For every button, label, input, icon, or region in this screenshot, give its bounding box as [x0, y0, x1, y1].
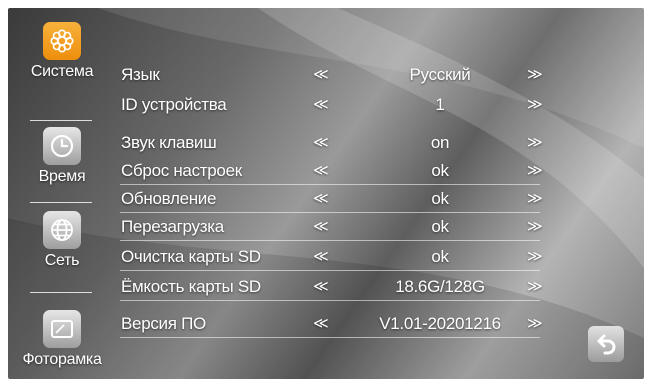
photo-frame-icon: [43, 310, 81, 348]
setting-row-firmware-version: Версия ПО ≪ V1.01-20201216 ≫: [120, 310, 543, 338]
back-button[interactable]: [588, 326, 624, 362]
setting-row-sd-capacity: Ёмкость карты SD ≪ 18.6G/128G ≫: [120, 273, 543, 301]
sidebar-item-system[interactable]: Система: [8, 22, 116, 81]
row-divider: [120, 300, 540, 301]
settings-gear-icon: [43, 22, 81, 60]
setting-value: 18.6G/128G: [395, 277, 485, 296]
sidebar-item-network[interactable]: Сеть: [8, 211, 116, 270]
row-divider: [120, 270, 540, 271]
setting-value: Русский: [409, 65, 471, 84]
setting-label: Перезагрузка: [121, 217, 224, 236]
next-value-button[interactable]: ≫: [527, 133, 543, 151]
prev-value-button[interactable]: ≪: [313, 189, 329, 207]
sidebar-item-label: Сеть: [44, 252, 80, 269]
sidebar-item-label: Фоторамка: [22, 351, 102, 368]
next-value-button[interactable]: ≫: [527, 65, 543, 83]
sidebar-divider: [30, 202, 92, 203]
clock-icon: [43, 127, 81, 165]
next-value-button[interactable]: ≫: [527, 95, 543, 113]
setting-label: ID устройства: [121, 95, 227, 114]
next-value-button[interactable]: ≫: [527, 247, 543, 265]
setting-row-reboot: Перезагрузка ≪ ok ≫: [120, 213, 543, 241]
sidebar-item-label: Время: [38, 168, 86, 185]
setting-row-update: Обновление ≪ ok ≫: [120, 185, 543, 213]
setting-value[interactable]: ok: [360, 217, 520, 237]
row-divider: [120, 337, 540, 338]
setting-label: Звук клавиш: [121, 133, 217, 152]
prev-value-button[interactable]: ≪: [313, 95, 329, 113]
setting-value[interactable]: ok: [360, 247, 520, 267]
prev-value-button[interactable]: ≪: [313, 133, 329, 151]
setting-value: on: [430, 133, 450, 152]
setting-value[interactable]: ok: [360, 189, 520, 209]
setting-row-key-sound: Звук клавиш ≪ on ≫: [120, 129, 543, 157]
next-value-button[interactable]: ≫: [527, 314, 543, 332]
setting-row-device-id: ID устройства ≪ 1 ≫: [120, 91, 543, 119]
setting-row-language: Язык ≪ Русский ≫: [120, 61, 543, 89]
back-arrow-icon: [597, 334, 616, 355]
sidebar-item-time[interactable]: Время: [8, 127, 116, 186]
sidebar-item-label: Система: [30, 63, 94, 80]
next-value-button[interactable]: ≫: [527, 161, 543, 179]
row-divider: [120, 240, 540, 241]
setting-label: Ёмкость карты SD: [121, 277, 261, 296]
setting-value[interactable]: ok: [360, 161, 520, 181]
prev-value-button[interactable]: ≪: [313, 161, 329, 179]
prev-value-button[interactable]: ≪: [313, 314, 329, 332]
setting-label: Обновление: [121, 189, 217, 208]
setting-label: Версия ПО: [121, 314, 206, 333]
prev-value-button[interactable]: ≪: [313, 217, 329, 235]
next-value-button[interactable]: ≫: [527, 189, 543, 207]
sidebar-item-photo-frame[interactable]: Фоторамка: [8, 310, 116, 369]
setting-value: 1: [435, 95, 445, 114]
next-value-button[interactable]: ≫: [527, 277, 543, 295]
sidebar-divider: [30, 120, 92, 121]
prev-value-button[interactable]: ≪: [313, 247, 329, 265]
prev-value-button[interactable]: ≪: [313, 277, 329, 295]
next-value-button[interactable]: ≫: [527, 217, 543, 235]
prev-value-button[interactable]: ≪: [313, 65, 329, 83]
setting-row-factory-reset: Сброс настроек ≪ ok ≫: [120, 157, 543, 185]
setting-row-sd-format: Очистка карты SD ≪ ok ≫: [120, 243, 543, 271]
setting-label: Язык: [121, 65, 160, 84]
setting-value: V1.01-20201216: [379, 314, 501, 333]
setting-label: Очистка карты SD: [121, 247, 261, 266]
globe-icon: [43, 211, 81, 249]
settings-screen: Система Время Сеть Фоторамка Язык ≪ Русс…: [8, 8, 644, 379]
sidebar-divider: [30, 292, 92, 293]
sidebar: Система Время Сеть Фоторамка: [8, 8, 116, 379]
setting-label: Сброс настроек: [121, 161, 242, 180]
